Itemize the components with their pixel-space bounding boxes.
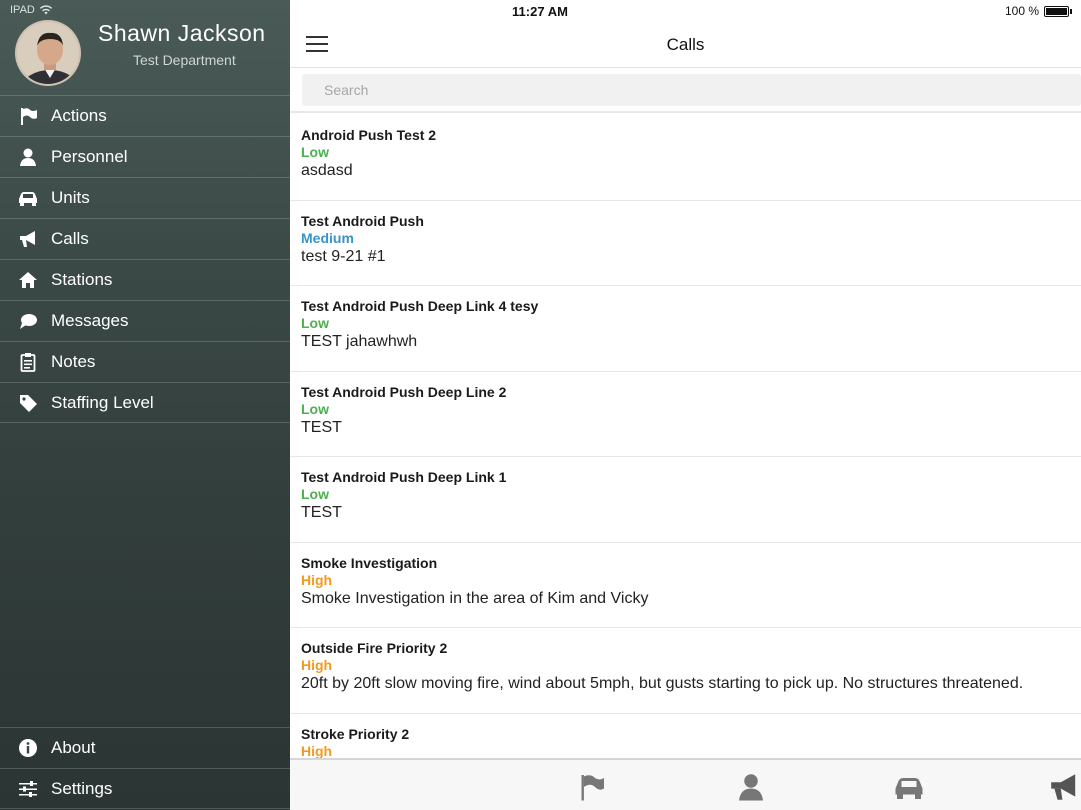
bottom-tab-bar [290, 758, 1081, 810]
nav-bar: Calls [290, 22, 1081, 68]
call-name: Smoke Investigation [301, 554, 438, 571]
call-name: Test Android Push Deep Link 4 tesy [301, 298, 539, 314]
call-list-item[interactable]: Stroke Priority 2 High [290, 714, 1081, 759]
info-icon [17, 737, 39, 759]
call-name: Android Push Test 2 [301, 127, 437, 143]
battery-icon [1044, 5, 1072, 17]
app-window: IPAD Shawn Jackson Test Department Actio… [0, 0, 1081, 810]
call-nature: TEST jahawhwh [301, 333, 418, 350]
call-list-item[interactable]: Outside Fire Priority 2 High 20ft by 20f… [290, 628, 1081, 714]
sidebar-item-staffing-level[interactable]: Staffing Level [0, 382, 290, 423]
sidebar-item-label: About [51, 738, 96, 757]
call-nature: TEST [301, 418, 342, 436]
sidebar-item-calls[interactable]: Calls [0, 218, 290, 259]
tab-actions[interactable] [575, 770, 609, 804]
sidebar-item-units[interactable]: Units [0, 177, 290, 218]
sidebar-item-label: Settings [51, 778, 113, 798]
tab-personnel[interactable] [734, 770, 768, 804]
sidebar-item-label: Messages [51, 311, 129, 330]
chat-icon [17, 310, 39, 332]
tag-icon [17, 392, 39, 414]
sidebar-item-notes[interactable]: Notes [0, 341, 290, 382]
sidebar-item-personnel[interactable]: Personnel [0, 136, 290, 177]
call-name: Stroke Priority 2 [301, 725, 410, 742]
sidebar-item-settings[interactable]: Settings [0, 768, 290, 809]
search-input[interactable] [302, 74, 1081, 106]
sidebar-item-actions[interactable]: Actions [0, 95, 290, 136]
sidebar-bottom-menu: About Settings [0, 727, 290, 809]
status-battery: 100 % [1004, 4, 1072, 18]
page-title: Calls [666, 35, 705, 54]
sidebar-item-label: Units [51, 188, 90, 207]
call-list-item[interactable]: Test Android Push Deep Link 4 tesy Low T… [290, 286, 1081, 372]
call-priority: Low [301, 315, 329, 331]
person-icon [17, 146, 39, 168]
call-name: Test Android Push Deep Line 2 [301, 383, 507, 400]
call-priority: Low [301, 144, 329, 160]
clipboard-icon [17, 351, 39, 373]
call-priority: High [301, 742, 333, 759]
call-nature: asdasd [301, 162, 353, 179]
call-list-item[interactable]: Android Push Test 2 Low asdasd [290, 115, 1081, 201]
call-priority: Medium [301, 229, 354, 246]
sidebar-item-label: Staffing Level [51, 392, 154, 412]
call-nature: test 9-21 #1 [301, 247, 386, 265]
car-icon [17, 187, 39, 209]
call-name: Outside Fire Priority 2 [301, 640, 448, 656]
status-time: 11:27 AM [512, 4, 568, 19]
battery-percent: 100 % [1004, 4, 1039, 18]
call-list-item[interactable]: Test Android Push Medium test 9-21 #1 [290, 201, 1081, 286]
megaphone-icon [17, 228, 39, 250]
call-list-item[interactable]: Smoke Investigation High Smoke Investiga… [290, 543, 1081, 628]
call-priority: Low [301, 400, 329, 417]
car-icon [895, 778, 923, 799]
sliders-icon [17, 778, 39, 800]
sidebar: IPAD Shawn Jackson Test Department Actio… [0, 0, 290, 810]
call-nature: Smoke Investigation in the area of Kim a… [301, 589, 649, 607]
flag-icon [17, 105, 39, 127]
sidebar-menu: Actions Personnel Units Calls Stations M… [0, 95, 290, 423]
call-priority: Low [301, 486, 329, 502]
person-icon [739, 774, 763, 801]
sidebar-item-label: Personnel [51, 147, 128, 166]
search-bar [290, 69, 1081, 113]
call-list-item[interactable]: Test Android Push Deep Link 1 Low TEST [290, 457, 1081, 543]
call-priority: High [301, 571, 333, 588]
tab-units[interactable] [892, 770, 926, 804]
sidebar-item-messages[interactable]: Messages [0, 300, 290, 341]
main-panel: 11:27 AM 100 % Calls Android Push Test 2… [290, 0, 1081, 810]
tab-calls[interactable] [1047, 770, 1081, 804]
sidebar-item-about[interactable]: About [0, 727, 290, 768]
sidebar-item-label: Stations [51, 270, 113, 289]
sidebar-item-label: Actions [51, 106, 107, 125]
call-priority: High [301, 657, 333, 673]
sidebar-item-label: Calls [51, 229, 89, 248]
call-name: Test Android Push [301, 212, 424, 229]
sidebar-item-stations[interactable]: Stations [0, 259, 290, 300]
sidebar-item-label: Notes [51, 352, 96, 371]
home-icon [17, 269, 39, 291]
flag-icon [581, 775, 604, 801]
call-nature: TEST [301, 504, 342, 521]
call-name: Test Android Push Deep Link 1 [301, 469, 507, 485]
call-list-item[interactable]: Test Android Push Deep Line 2 Low TEST [290, 372, 1081, 457]
call-nature: 20ft by 20ft slow moving fire, wind abou… [301, 675, 1024, 692]
calls-list: Android Push Test 2 Low asdasd Test Andr… [290, 115, 1081, 758]
megaphone-icon [1051, 774, 1076, 800]
